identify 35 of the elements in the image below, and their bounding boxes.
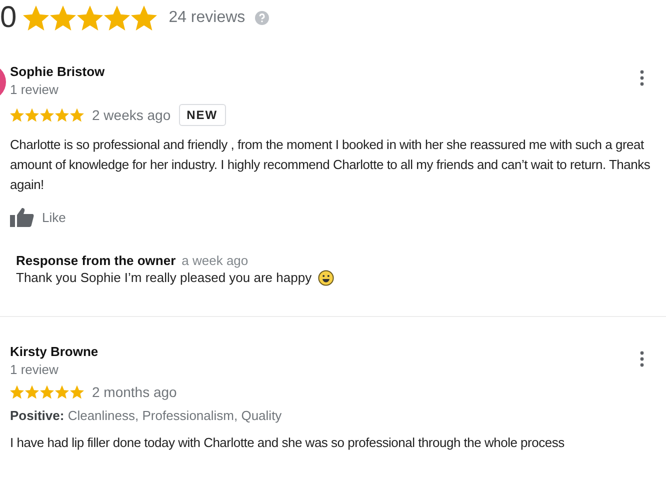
smiley-icon <box>318 270 334 286</box>
reviewer-name[interactable]: Sophie Bristow <box>10 63 666 81</box>
reviewer-meta: 1 review <box>10 81 60 99</box>
more-options-icon[interactable] <box>640 70 644 86</box>
star-icon <box>70 108 84 122</box>
star-icon <box>55 385 69 399</box>
review-text: Charlotte is so professional and friendly , from the moment I booked in with her she reassured me with such a great amount of knowledge for her industry. I highly recommend Charlotte to all my friends and can’t wait to return. Thanks again! <box>10 136 652 194</box>
star-icon <box>70 385 84 399</box>
star-icon <box>50 5 76 31</box>
star-icon <box>25 108 39 122</box>
like-button[interactable]: Like <box>10 207 66 227</box>
star-icon <box>10 385 24 399</box>
star-icon <box>76 5 103 31</box>
reviewer-meta: 1 review <box>10 361 60 379</box>
review-text: I have had lip filler done today with Charlotte and she was so professional through the whole process <box>10 434 566 452</box>
response-text: Thank you Sophie I’m really pleased you are happy <box>16 269 312 287</box>
new-badge: NEW <box>178 104 226 126</box>
star-icon <box>130 5 157 31</box>
star-icon <box>22 5 49 31</box>
star-icon <box>25 385 39 399</box>
rating-value: 0 <box>0 0 17 36</box>
response-title: Response from the owner <box>16 253 176 268</box>
star-icon <box>40 385 54 399</box>
reviewer-name[interactable]: Kirsty Browne <box>10 343 666 361</box>
star-icon <box>10 108 24 122</box>
review-highlights: Positive: Cleanliness, Professionalism, Quality <box>10 408 283 423</box>
response-time: a week ago <box>182 253 248 268</box>
review-count[interactable]: 24 reviews <box>168 9 246 27</box>
star-icon <box>40 108 54 122</box>
star-icon <box>55 108 69 122</box>
review-time: 2 months ago <box>92 384 177 400</box>
thumbs-up-icon <box>10 207 34 227</box>
review-time: 2 weeks ago <box>92 107 171 123</box>
more-options-icon[interactable] <box>640 351 644 367</box>
star-icon <box>104 5 130 31</box>
